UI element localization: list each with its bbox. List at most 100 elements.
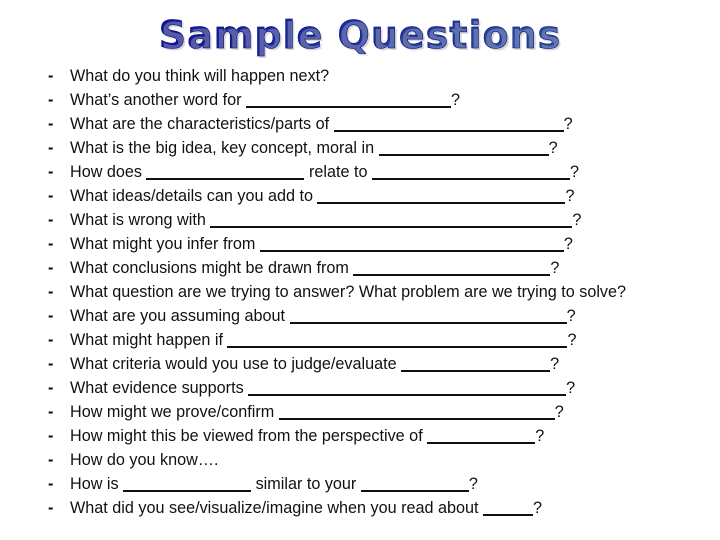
question-text: What conclusions might be drawn from ? bbox=[70, 256, 559, 280]
question-text: What might happen if ? bbox=[70, 328, 576, 352]
bullet-dash: - bbox=[48, 211, 54, 229]
question-item: - What question are we trying to answer? … bbox=[0, 280, 720, 304]
question-text: What’s another word for ? bbox=[70, 88, 460, 112]
bullet-dash: - bbox=[48, 259, 54, 277]
question-item: - How do you know…. bbox=[0, 448, 720, 472]
bullet-dash: - bbox=[48, 379, 54, 397]
question-text: How do you know…. bbox=[70, 448, 218, 472]
question-list: - What do you think will happen next? - Wha… bbox=[0, 64, 720, 520]
fill-in-blank bbox=[333, 113, 564, 132]
question-text-segment: What evidence supports bbox=[70, 379, 249, 397]
question-text-segment: How do you know…. bbox=[70, 451, 219, 469]
question-item: - What criteria would you use to judge/ev… bbox=[0, 352, 720, 376]
question-item: - How might this be viewed from the persp… bbox=[0, 424, 720, 448]
bullet-dash: - bbox=[48, 283, 54, 301]
fill-in-blank bbox=[317, 185, 566, 204]
bullet-dash: - bbox=[48, 451, 54, 469]
fill-in-blank bbox=[427, 425, 536, 444]
fill-in-blank bbox=[378, 137, 549, 156]
question-text: What evidence supports ? bbox=[70, 376, 575, 400]
bullet-dash: - bbox=[48, 307, 54, 325]
question-text-segment: ? bbox=[533, 499, 543, 517]
fill-in-blank bbox=[483, 497, 534, 516]
question-text-segment: What criteria would you use to judge/eva… bbox=[70, 355, 402, 373]
question-text: What might you infer from ? bbox=[70, 232, 573, 256]
question-text-segment: How is bbox=[70, 475, 124, 493]
fill-in-blank bbox=[278, 401, 555, 420]
question-text: How might this be viewed from the perspe… bbox=[70, 424, 544, 448]
question-item: - What’s another word for ? bbox=[0, 88, 720, 112]
fill-in-blank bbox=[227, 329, 568, 348]
bullet-dash: - bbox=[48, 235, 54, 253]
bullet-dash: - bbox=[48, 475, 54, 493]
question-text: What criteria would you use to judge/eva… bbox=[70, 352, 559, 376]
question-text-segment: ? bbox=[569, 163, 579, 181]
fill-in-blank bbox=[289, 305, 567, 324]
fill-in-blank bbox=[246, 89, 452, 108]
question-item: - What ideas/details can you add to ? bbox=[0, 184, 720, 208]
question-text-segment: What might you infer from bbox=[70, 235, 260, 253]
fill-in-blank bbox=[259, 233, 564, 252]
question-text: What question are we trying to answer? W… bbox=[70, 280, 626, 304]
question-text-segment: ? bbox=[468, 475, 478, 493]
question-text-segment: What did you see/visualize/imagine when … bbox=[70, 499, 484, 517]
question-text: What are the characteristics/parts of ? bbox=[70, 112, 573, 136]
question-item: - What are you assuming about ? bbox=[0, 304, 720, 328]
question-text: What ideas/details can you add to ? bbox=[70, 184, 574, 208]
bullet-dash: - bbox=[48, 139, 54, 157]
fill-in-blank bbox=[248, 377, 567, 396]
bullet-dash: - bbox=[48, 67, 54, 85]
question-item: - How does relate to ? bbox=[0, 160, 720, 184]
question-text: How does relate to ? bbox=[70, 160, 579, 184]
question-text-segment: ? bbox=[535, 427, 545, 445]
question-item: - What evidence supports ? bbox=[0, 376, 720, 400]
question-text-segment: How does bbox=[70, 163, 147, 181]
question-item: - What might you infer from ? bbox=[0, 232, 720, 256]
question-item: - What is the big idea, key concept, mora… bbox=[0, 136, 720, 160]
question-item: - What conclusions might be drawn from ? bbox=[0, 256, 720, 280]
question-text: How is similar to your ? bbox=[70, 472, 478, 496]
question-text-segment: What conclusions might be drawn from bbox=[70, 259, 354, 277]
question-text-segment: What is wrong with bbox=[70, 211, 211, 229]
question-text-segment: similar to your bbox=[251, 475, 361, 493]
question-item: - How might we prove/confirm ? bbox=[0, 400, 720, 424]
page-title: Sample Questions bbox=[0, 12, 720, 58]
fill-in-blank bbox=[401, 353, 551, 372]
question-text-segment: ? bbox=[566, 307, 576, 325]
question-text-segment: What are you assuming about bbox=[70, 307, 290, 325]
question-text-segment: ? bbox=[566, 379, 576, 397]
question-text-segment: What question are we trying to answer? W… bbox=[70, 283, 627, 301]
question-text-segment: relate to bbox=[304, 163, 372, 181]
question-text-segment: What are the characteristics/parts of bbox=[70, 115, 334, 133]
question-text: What did you see/visualize/imagine when … bbox=[70, 496, 542, 520]
question-text-segment: ? bbox=[572, 211, 582, 229]
question-text-segment: What might happen if bbox=[70, 331, 228, 349]
question-text-segment: What ideas/details can you add to bbox=[70, 187, 318, 205]
bullet-dash: - bbox=[48, 403, 54, 421]
question-text-segment: ? bbox=[550, 259, 560, 277]
question-text-segment: What do you think will happen next? bbox=[70, 67, 330, 85]
question-item: - What is wrong with ? bbox=[0, 208, 720, 232]
question-text-segment: ? bbox=[565, 187, 575, 205]
fill-in-blank bbox=[360, 473, 469, 492]
fill-in-blank bbox=[371, 161, 570, 180]
bullet-dash: - bbox=[48, 499, 54, 517]
question-item: - What did you see/visualize/imagine when… bbox=[0, 496, 720, 520]
question-item: - What are the characteristics/parts of ? bbox=[0, 112, 720, 136]
question-text: How might we prove/confirm ? bbox=[70, 400, 564, 424]
question-text-segment: ? bbox=[563, 115, 573, 133]
bullet-dash: - bbox=[48, 91, 54, 109]
question-item: - What do you think will happen next? bbox=[0, 64, 720, 88]
question-text-segment: How might this be viewed from the perspe… bbox=[70, 427, 428, 445]
bullet-dash: - bbox=[48, 115, 54, 133]
question-text-segment: ? bbox=[550, 355, 560, 373]
question-text: What is the big idea, key concept, moral… bbox=[70, 136, 558, 160]
question-item: - How is similar to your ? bbox=[0, 472, 720, 496]
question-text-segment: ? bbox=[548, 139, 558, 157]
question-text: What do you think will happen next? bbox=[70, 64, 329, 88]
question-text-segment: ? bbox=[563, 235, 573, 253]
question-text-segment: ? bbox=[554, 403, 564, 421]
fill-in-blank bbox=[210, 209, 573, 228]
fill-in-blank bbox=[353, 257, 551, 276]
question-text: What is wrong with ? bbox=[70, 208, 581, 232]
